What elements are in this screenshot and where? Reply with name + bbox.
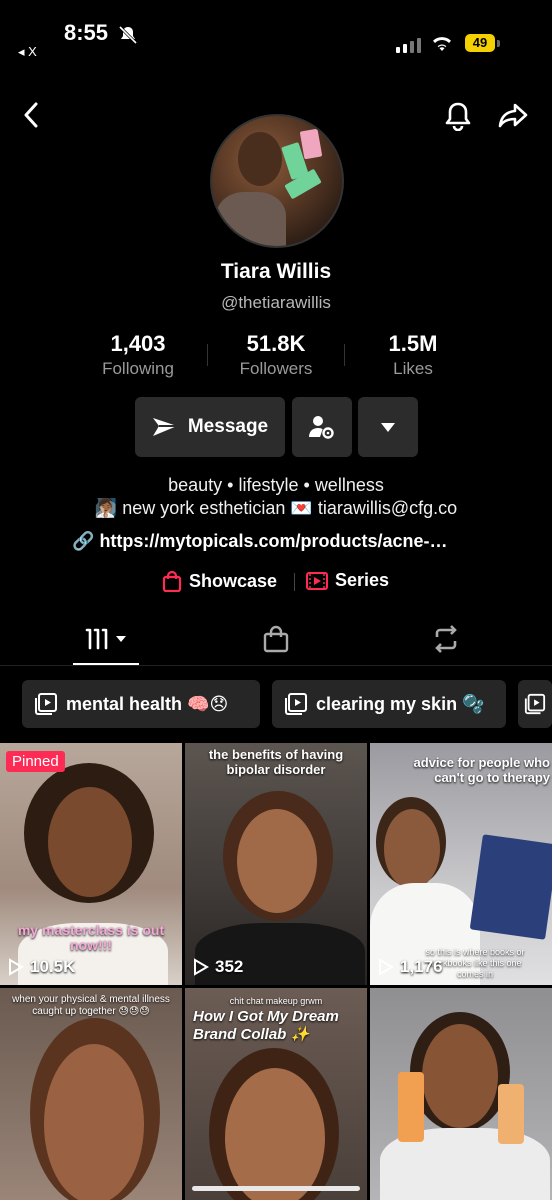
playlist-icon: [524, 693, 546, 715]
playlist-chip-more[interactable]: [518, 680, 552, 728]
video-caption: my masterclass is out now!!!: [17, 922, 165, 953]
play-outline-icon: [194, 958, 209, 976]
back-to-app-button[interactable]: ◂ X: [18, 44, 37, 60]
video-tile[interactable]: chit chat makeup grwm How I Got My Dream…: [185, 988, 367, 1200]
avatar[interactable]: [210, 114, 344, 248]
showcase-label: Showcase: [189, 570, 278, 591]
video-tile[interactable]: when your physical & mental illness caug…: [0, 988, 182, 1200]
video-caption: How I Got My Dream Brand Collab ✨: [193, 1008, 339, 1043]
back-chevron-icon[interactable]: [14, 98, 48, 132]
wifi-icon: [430, 34, 454, 57]
series-label: Series: [335, 570, 390, 590]
view-count-value: 352: [215, 957, 244, 976]
tab-videos[interactable]: [80, 622, 134, 656]
video-tile[interactable]: the benefits of having bipolar disorder …: [185, 743, 367, 985]
playlist-label: mental health 🧠😞: [66, 693, 229, 714]
view-count: 1,176: [378, 957, 443, 977]
profile-name: Tiara Willis: [220, 260, 332, 283]
followers-label: Followers: [239, 359, 313, 378]
bio-email: tiarawillis@cfg.co: [317, 498, 458, 518]
view-count-value: 10.5K: [30, 957, 76, 976]
bio-link[interactable]: 🔗 https://mytopicals.com/products/acne-…: [72, 531, 448, 552]
stat-likes[interactable]: 1.5M Likes: [343, 331, 483, 379]
bio-occupation: new york esthetician: [122, 498, 286, 518]
series-link[interactable]: Series: [306, 570, 389, 591]
user-gear-icon: [309, 416, 334, 439]
love-letter-emoji-icon: 💌: [290, 498, 313, 518]
more-dropdown-button[interactable]: [358, 397, 418, 457]
caret-down-icon: [381, 422, 395, 432]
following-count: 1,403: [110, 331, 166, 356]
video-tile[interactable]: Pinned my masterclass is out now!!! 10.5…: [0, 743, 182, 985]
view-count-value: 1,176: [400, 957, 443, 976]
view-count: 352: [193, 957, 243, 977]
profile-handle: @thetiarawillis: [221, 293, 331, 312]
bell-muted-icon: [118, 25, 138, 49]
link-icon: 🔗: [72, 531, 95, 551]
esthetician-emoji-icon: 🧖🏾‍♀️: [94, 498, 118, 518]
battery-indicator: 49: [465, 34, 495, 52]
view-count: 10.5K: [8, 957, 75, 977]
likes-count: 1.5M: [388, 331, 438, 356]
bio-line-2: 🧖🏾‍♀️ new york esthetician 💌 tiarawillis…: [0, 498, 552, 519]
playlist-chip-clearing-skin[interactable]: clearing my skin 🫧: [272, 680, 506, 728]
message-button[interactable]: Message: [135, 397, 285, 457]
send-icon: [152, 418, 177, 436]
video-tile[interactable]: advice for people who can't go to therap…: [370, 743, 552, 985]
playlist-icon: [285, 693, 307, 715]
tab-reposts[interactable]: [428, 622, 464, 656]
video-caption: advice for people who can't go to therap…: [413, 755, 550, 785]
add-friend-settings-button[interactable]: [292, 397, 352, 457]
repost-icon: [435, 625, 457, 653]
likes-label: Likes: [393, 359, 433, 378]
following-label: Following: [102, 359, 174, 378]
playlist-chip-mental-health[interactable]: mental health 🧠😞: [22, 680, 260, 728]
series-icon: [306, 571, 328, 590]
tab-bar-divider: [0, 665, 552, 666]
home-indicator: [192, 1186, 360, 1191]
shopping-bag-icon: [162, 570, 182, 592]
showcase-link[interactable]: Showcase: [162, 570, 277, 592]
pinned-badge: Pinned: [6, 751, 65, 772]
play-outline-icon: [379, 958, 394, 976]
video-caption: when your physical & mental illness caug…: [12, 994, 170, 1017]
shopping-bag-icon: [263, 625, 289, 653]
followers-count: 51.8K: [246, 331, 306, 356]
grid-columns-icon: [85, 628, 126, 650]
message-label: Message: [187, 416, 269, 437]
playlist-label: clearing my skin 🫧: [316, 693, 485, 714]
stat-following[interactable]: 1,403 Following: [68, 331, 208, 379]
video-caption: the benefits of having bipolar disorder: [208, 747, 344, 777]
status-time: 8:55: [64, 20, 109, 45]
playlist-icon: [35, 693, 57, 715]
stat-followers[interactable]: 51.8K Followers: [206, 331, 346, 379]
video-tile[interactable]: [370, 988, 552, 1200]
play-outline-icon: [9, 958, 24, 976]
battery-tip: [497, 40, 500, 47]
tab-shop[interactable]: [258, 622, 294, 656]
showcase-divider: [294, 573, 295, 591]
video-caption-small: chit chat makeup grwm: [229, 996, 323, 1006]
signal-icon: [396, 38, 421, 53]
notification-bell-icon[interactable]: [440, 98, 476, 134]
bio-line-1: beauty • lifestyle • wellness: [168, 475, 384, 495]
bio-link-text: https://mytopicals.com/products/acne-…: [99, 531, 448, 551]
share-icon[interactable]: [494, 98, 532, 134]
